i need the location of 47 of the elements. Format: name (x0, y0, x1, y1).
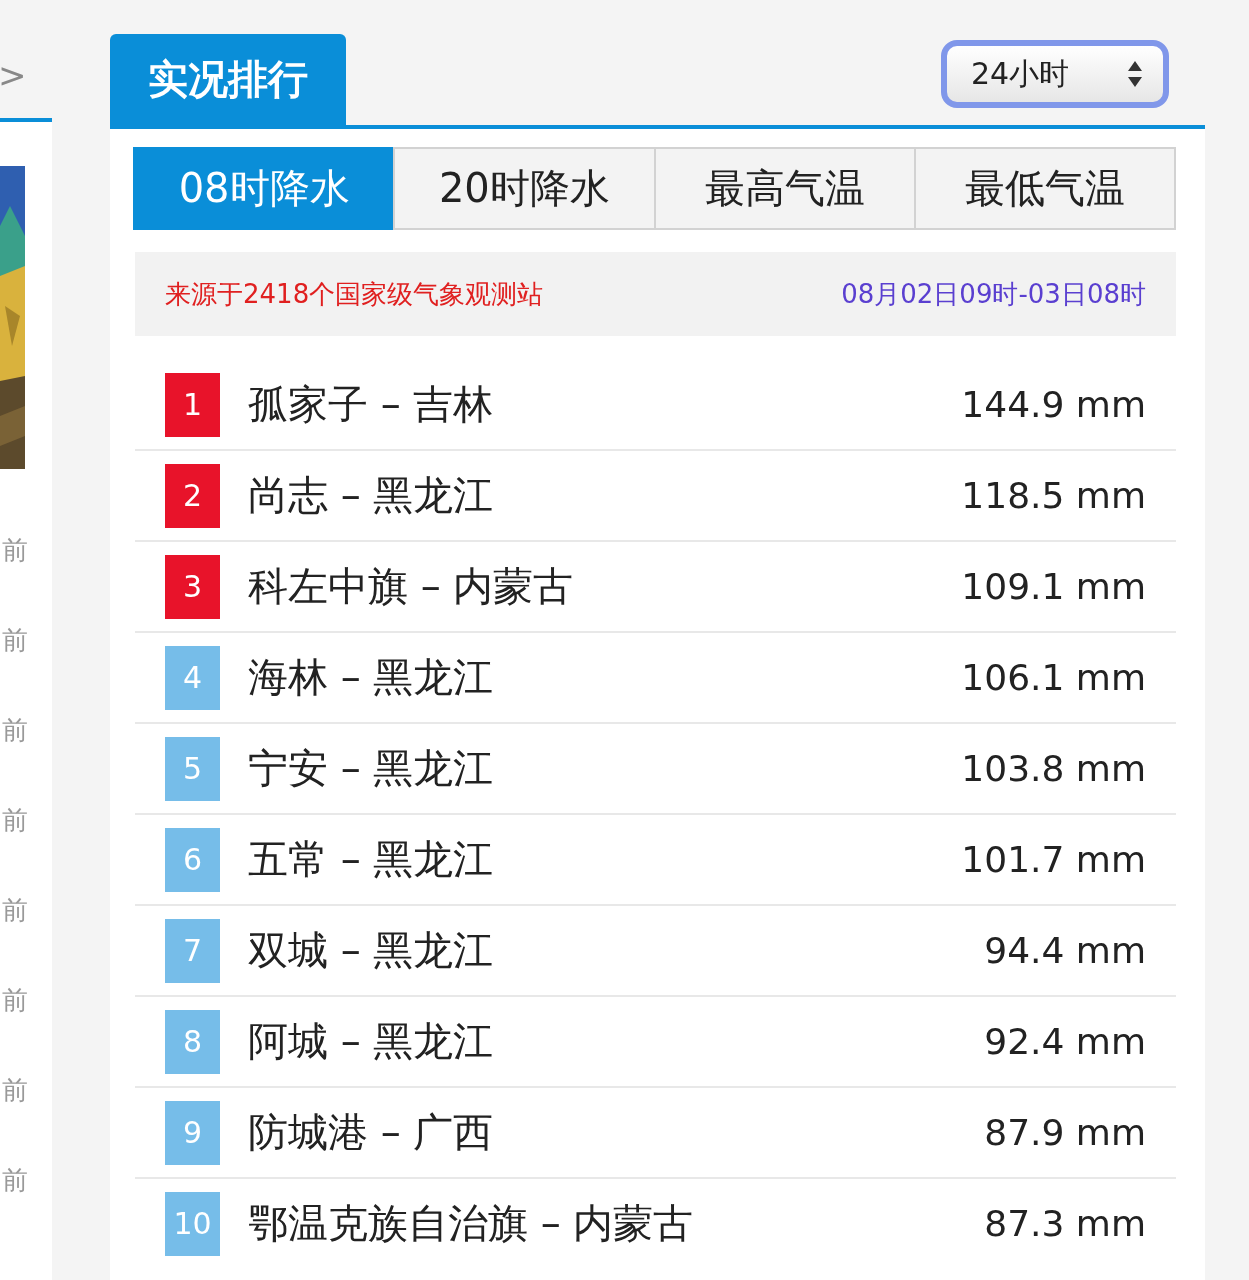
rainfall-value: 92.4 mm (984, 1021, 1146, 1062)
tab[interactable]: 最低气温 (913, 147, 1176, 230)
list-text: 前 (2, 714, 28, 747)
period-select[interactable]: 24小时 (941, 40, 1169, 108)
list-text: 前 (2, 1074, 28, 1107)
list-text: 前 (2, 624, 28, 657)
rank-badge: 10 (165, 1191, 220, 1256)
list-text: 前 (2, 894, 28, 927)
rank-badge: 1 (165, 372, 220, 437)
rank-badge: 8 (165, 1009, 220, 1074)
station-name: 鄂温克族自治旗 – 内蒙古 (248, 1199, 695, 1248)
rank-badge: 4 (165, 645, 220, 710)
station-name: 阿城 – 黑龙江 (248, 1017, 495, 1066)
time-range: 08月02日09时-03日08时 (841, 277, 1146, 311)
rank-badge: 9 (165, 1100, 220, 1165)
list-text: 前 (2, 534, 28, 567)
tab[interactable]: 08时降水 (133, 147, 396, 230)
station-name: 双城 – 黑龙江 (248, 926, 495, 975)
rank-badge: 5 (165, 736, 220, 801)
station-name: 防城港 – 广西 (248, 1108, 495, 1157)
rank-badge: 6 (165, 827, 220, 892)
station-name: 孤家子 – 吉林 (248, 380, 495, 429)
list-text: 前 (2, 1164, 28, 1197)
rainfall-value: 87.3 mm (984, 1203, 1146, 1244)
rainfall-value: 144.9 mm (961, 384, 1146, 425)
rainfall-value: 106.1 mm (961, 657, 1146, 698)
rank-badge: 7 (165, 918, 220, 983)
rainfall-value: 103.8 mm (961, 748, 1146, 789)
station-name: 海林 – 黑龙江 (248, 653, 495, 702)
rank-badge: 3 (165, 554, 220, 619)
source-note: 来源于2418个国家级气象观测站 (165, 277, 544, 311)
rank-badge: 2 (165, 463, 220, 528)
panel-title-tab[interactable]: 实况排行 (110, 34, 346, 125)
rainfall-value: 118.5 mm (961, 475, 1146, 516)
rainfall-value: 94.4 mm (984, 930, 1146, 971)
station-name: 宁安 – 黑龙江 (248, 744, 495, 793)
tab[interactable]: 最高气温 (653, 147, 916, 230)
updown-icon (1127, 59, 1143, 89)
station-name: 五常 – 黑龙江 (248, 835, 495, 884)
rainfall-value: 87.9 mm (984, 1112, 1146, 1153)
tab[interactable]: 20时降水 (393, 147, 656, 230)
list-text: 前 (2, 984, 28, 1017)
rainfall-value: 101.7 mm (961, 839, 1146, 880)
station-name: 科左中旗 – 内蒙古 (248, 562, 575, 611)
rainfall-value: 109.1 mm (961, 566, 1146, 607)
list-text: 前 (2, 804, 28, 837)
station-name: 尚志 – 黑龙江 (248, 471, 495, 520)
